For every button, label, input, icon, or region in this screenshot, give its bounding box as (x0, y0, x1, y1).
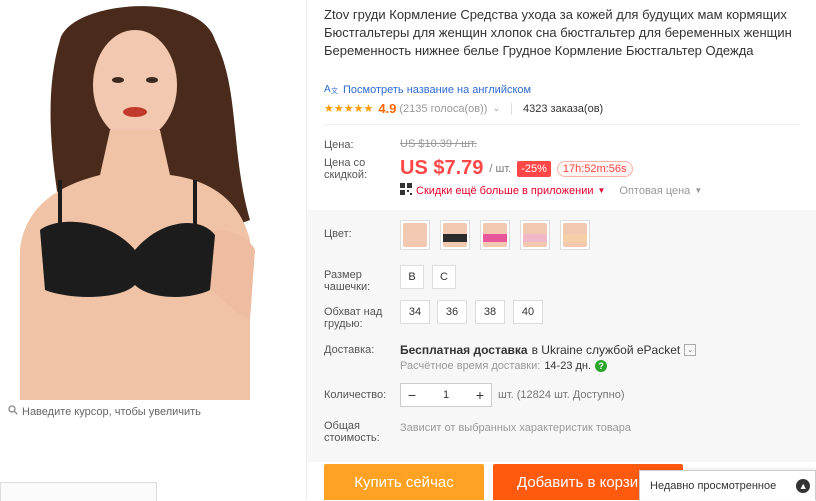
quantity-available: шт. (12824 шт. Доступно) (498, 389, 625, 401)
total-value: Зависит от выбранных характеристик товар… (400, 422, 631, 434)
delivery-time-value: 14-23 дн. (544, 360, 592, 372)
decrease-button[interactable]: − (401, 387, 423, 403)
color-label: Цвет: (324, 228, 352, 240)
discount-price-label: Цена со скидкой: (324, 157, 368, 181)
swatch-image (483, 223, 507, 247)
search-icon (8, 405, 18, 418)
svg-text:A: A (324, 84, 331, 94)
cup-size-label: Размер чашечки: (324, 269, 371, 293)
quantity-stepper: − 1 + (400, 383, 492, 407)
svg-text:文: 文 (331, 86, 338, 94)
bust-option[interactable]: 36 (437, 300, 467, 324)
color-swatch[interactable] (520, 220, 550, 250)
color-swatch[interactable] (440, 220, 470, 250)
buy-now-button[interactable]: Купить сейчас (324, 464, 484, 500)
total-label: Общая стоимость: (324, 420, 380, 444)
shipping-label: Доставка: (324, 344, 375, 356)
delivery-time-label: Расчётное время доставки: (400, 360, 541, 372)
translate-link[interactable]: A文 Посмотреть название на английском (324, 82, 531, 97)
current-price: US $7.79 (400, 157, 484, 179)
swatch-image (523, 223, 547, 247)
swatch-image (403, 223, 427, 247)
thumbnail-strip[interactable] (0, 482, 157, 501)
divider (511, 102, 513, 115)
old-price: US $10.39 / шт. (400, 138, 477, 150)
color-swatch[interactable] (560, 220, 590, 250)
rating-stars: ★★★★★ (324, 103, 374, 115)
shipping-method[interactable]: Бесплатная доставка в Ukraine службой eP… (400, 343, 697, 357)
quantity-input[interactable]: 1 (423, 389, 469, 401)
discount-badge: -25% (517, 160, 551, 177)
orders-count: 4323 заказа(ов) (523, 102, 604, 115)
bust-option[interactable]: 34 (400, 300, 430, 324)
free-shipping-text: Бесплатная доставка (400, 343, 528, 357)
cup-option[interactable]: C (432, 265, 456, 289)
rating-row: ★★★★★ 4.9 (2135 голоса(ов)) ⌄ 4323 заказ… (324, 101, 603, 116)
bust-size-label: Обхват над грудью: (324, 306, 383, 330)
bust-option[interactable]: 40 (513, 300, 543, 324)
color-swatch[interactable] (480, 220, 510, 250)
qr-code-icon (400, 183, 412, 198)
app-deal-link[interactable]: Скидки ещё больше в приложении (416, 185, 594, 197)
swatch-image (443, 223, 467, 247)
caret-down-icon: ▼ (694, 186, 703, 195)
product-gallery: Наведите курсор, чтобы увеличить (0, 0, 306, 501)
help-icon[interactable]: ? (595, 360, 608, 372)
recently-viewed-label: Недавно просмотренное (650, 479, 777, 492)
countdown-timer: 17h:52m:56s (556, 160, 633, 177)
increase-button[interactable]: + (469, 387, 491, 403)
color-swatch[interactable] (400, 220, 430, 250)
product-title: Ztov груди Кормление Средства ухода за к… (324, 7, 792, 58)
divider (324, 124, 800, 125)
caret-down-icon: ▼ (597, 186, 606, 195)
delivery-time: Расчётное время доставки: 14-23 дн. ? (400, 360, 608, 372)
cup-option[interactable]: B (400, 265, 424, 289)
price-row: US $7.79 / шт. -25% 17h:52m:56s (400, 157, 633, 180)
rating-value: 4.9 (378, 101, 397, 116)
shipping-destination: в Ukraine службой ePacket (531, 343, 681, 357)
product-main-image[interactable] (0, 0, 306, 400)
price-unit: / шт. (489, 162, 512, 175)
wholesale-price-link[interactable]: Оптовая цена (619, 185, 690, 197)
swatch-image (563, 223, 587, 247)
chevron-up-icon[interactable]: ▲ (796, 478, 811, 493)
chevron-down-icon[interactable]: ⌄ (684, 344, 697, 356)
translate-icon: A文 (324, 82, 338, 97)
bust-option[interactable]: 38 (475, 300, 505, 324)
recently-viewed-bar[interactable]: Недавно просмотренное ▲ (639, 470, 816, 500)
quantity-label: Количество: (324, 389, 387, 401)
rating-votes[interactable]: (2135 голоса(ов)) (399, 103, 487, 115)
zoom-hint-text: Наведите курсор, чтобы увеличить (22, 405, 201, 418)
translate-link-text: Посмотреть название на английском (343, 83, 532, 96)
chevron-down-icon[interactable]: ⌄ (492, 103, 500, 114)
app-deal-row: Скидки ещё больше в приложении ▼ Оптовая… (400, 183, 702, 198)
price-label: Цена: (324, 139, 354, 151)
zoom-hint: Наведите курсор, чтобы увеличить (8, 405, 201, 418)
